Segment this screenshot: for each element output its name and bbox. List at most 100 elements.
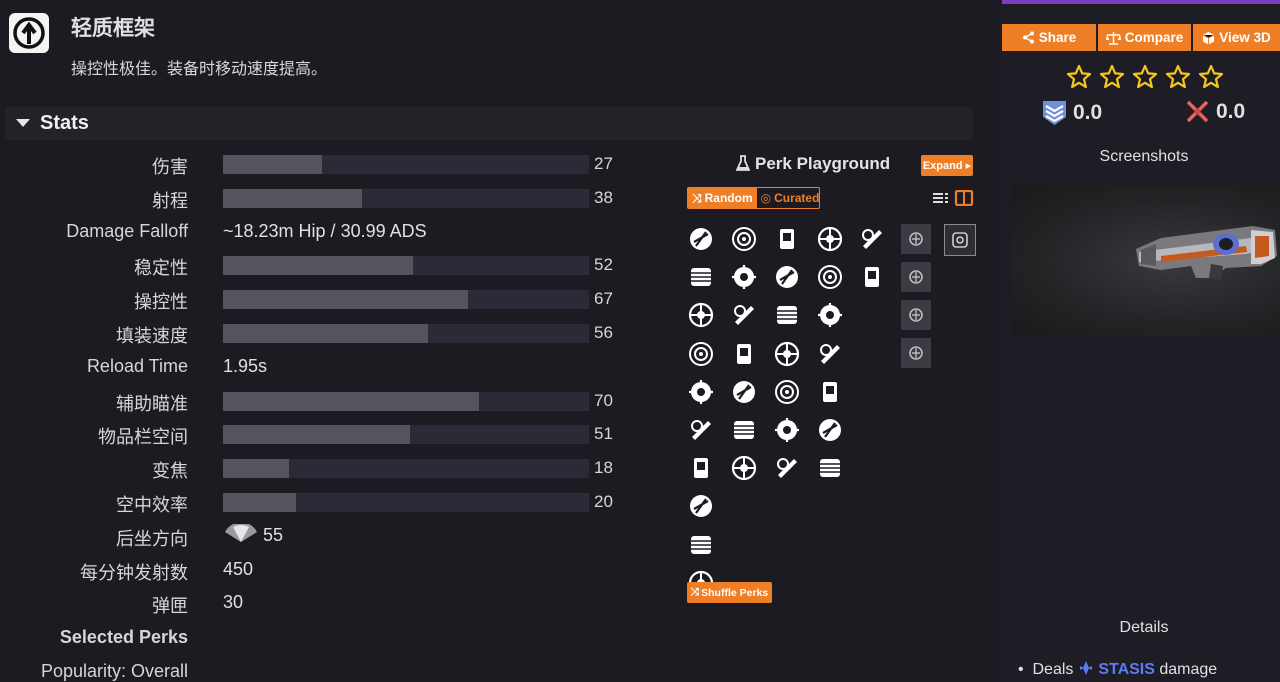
card-perk-icon[interactable] [730, 378, 758, 406]
rarity-strip [1002, 0, 1280, 4]
stat-bar-fill [223, 290, 469, 310]
view-3d-button[interactable]: View 3D [1193, 24, 1280, 51]
star-icon[interactable] [1165, 64, 1191, 90]
stat-label: 稳定性 [134, 258, 188, 279]
screenshots-heading: Screenshots [1099, 148, 1189, 165]
stat-value: 70 [594, 390, 613, 410]
clip-perk-icon[interactable] [730, 340, 758, 368]
shield-perk-icon[interactable] [773, 454, 801, 482]
diamond-perk-icon[interactable] [858, 225, 886, 253]
stat-label: Damage Falloff [66, 220, 188, 241]
stat-bar [223, 493, 589, 512]
curated-mode-button[interactable]: ◎ Curated [757, 188, 819, 208]
box-perk-icon[interactable] [730, 263, 758, 291]
barrel-perk-icon[interactable] [687, 225, 715, 253]
perk-playground-title: Perk Playground [755, 154, 891, 173]
stat-label: 填装速度 [116, 326, 188, 346]
arch-perk-icon[interactable] [816, 301, 844, 329]
random-mode-button[interactable]: ⤨ Random [688, 188, 757, 208]
ammo-perk-icon[interactable] [687, 378, 715, 406]
stat-label: 每分钟发射数 [80, 562, 188, 583]
beetle-mod-icon[interactable] [901, 300, 931, 330]
details-heading: Details [1119, 619, 1169, 636]
shuffle-icon: ⤨ [690, 586, 700, 598]
stat-text-value: ~18.23m Hip / 30.99 ADS [223, 220, 427, 241]
clock-perk-icon[interactable] [858, 263, 886, 291]
xmark-perk-icon[interactable] [773, 340, 801, 368]
shuffle-perks-label: Shuffle Perks [701, 586, 769, 599]
stat-value: 18 [594, 458, 613, 478]
view-3d-label: View 3D [1219, 30, 1271, 45]
stat-bar-fill [223, 459, 289, 479]
rating-stars[interactable] [1066, 64, 1224, 90]
bullet: • [1018, 661, 1029, 678]
popularity-label[interactable]: Popularity: Overall [0, 661, 188, 682]
deals-suffix: damage [1159, 661, 1218, 678]
rune-perk-icon[interactable] [816, 454, 844, 482]
stat-bar-fill [223, 256, 414, 276]
bullet-perk-icon[interactable] [687, 301, 715, 329]
share-button[interactable]: Share [1002, 24, 1096, 51]
star-icon[interactable] [1198, 64, 1224, 90]
star-icon[interactable] [1132, 64, 1158, 90]
orbit-perk-icon[interactable] [816, 263, 844, 291]
flask-perk-icon[interactable] [730, 454, 758, 482]
compare-label: Compare [1124, 30, 1184, 45]
stat-value: 27 [594, 154, 613, 173]
stat-label: 后坐方向 [116, 528, 188, 549]
stat-bar [223, 155, 589, 174]
share-icon [1022, 31, 1034, 44]
stat-label: 辅助瞄准 [116, 393, 188, 414]
totem-perk-icon[interactable] [816, 340, 844, 368]
target-perk-icon[interactable] [773, 225, 801, 253]
bolt-perk-icon[interactable] [730, 301, 758, 329]
perk-title: 轻质框架 [71, 17, 155, 40]
square-masterwork-icon[interactable] [944, 224, 976, 256]
star-icon[interactable] [1099, 64, 1125, 90]
stat-bar [223, 256, 589, 276]
weapon-screenshot[interactable] [1011, 186, 1280, 337]
stat-value: 38 [594, 187, 613, 207]
damage-type-line: • Deals STASIS damage [1018, 660, 1217, 679]
stasis-icon [1079, 661, 1092, 675]
hand-perk-icon[interactable] [773, 416, 801, 444]
ship-mod-icon[interactable] [901, 262, 931, 292]
shuffle-perks-button[interactable]: ⤨ Shuffle Perks [687, 582, 772, 603]
scope-perk-icon[interactable] [687, 340, 715, 368]
wing-perk-icon[interactable] [773, 301, 801, 329]
compare-button[interactable]: Compare [1098, 24, 1191, 51]
recoil-direction-icon [225, 523, 257, 542]
crosshair-perk-icon[interactable] [773, 263, 801, 291]
clock-mod-icon[interactable] [901, 338, 931, 368]
share-label: Share [1038, 30, 1077, 45]
stat-bar [223, 290, 589, 310]
list-view-icon [933, 193, 948, 203]
star-icon[interactable] [1066, 64, 1092, 90]
sheet-perk-icon[interactable] [730, 416, 758, 444]
scale-icon [1105, 31, 1121, 45]
shell-perk-icon[interactable] [687, 531, 715, 559]
stat-bar-fill [223, 155, 322, 174]
stat-label: 物品栏空间 [98, 427, 188, 448]
pvp-score: 0.0 [1185, 99, 1245, 125]
stat-label: 弹匣 [152, 596, 188, 617]
round-perk-icon[interactable] [687, 416, 715, 444]
skull-perk-icon[interactable] [773, 378, 801, 406]
ring-perk-icon[interactable] [816, 225, 844, 253]
stack-perk-icon[interactable] [687, 492, 715, 520]
knot-perk-icon[interactable] [816, 416, 844, 444]
deals-prefix: Deals [1032, 661, 1074, 678]
score-right: 0.0 [1216, 100, 1246, 123]
bug-mod-icon[interactable] [901, 224, 931, 254]
element-name: STASIS [1098, 661, 1155, 678]
perk-mode-toggle: ⤨ Random ◎ Curated [687, 187, 820, 209]
stat-bar [223, 391, 589, 411]
stat-label: 变焦 [152, 461, 188, 482]
caret-down-icon[interactable] [16, 119, 30, 127]
cartridge-perk-icon[interactable] [687, 454, 715, 482]
magazine-perk-icon[interactable] [687, 263, 715, 291]
mask-perk-icon[interactable] [816, 378, 844, 406]
expand-button[interactable]: Expand ▸ [921, 155, 973, 176]
coil-perk-icon[interactable] [730, 225, 758, 253]
stats-section-header[interactable] [5, 107, 973, 140]
